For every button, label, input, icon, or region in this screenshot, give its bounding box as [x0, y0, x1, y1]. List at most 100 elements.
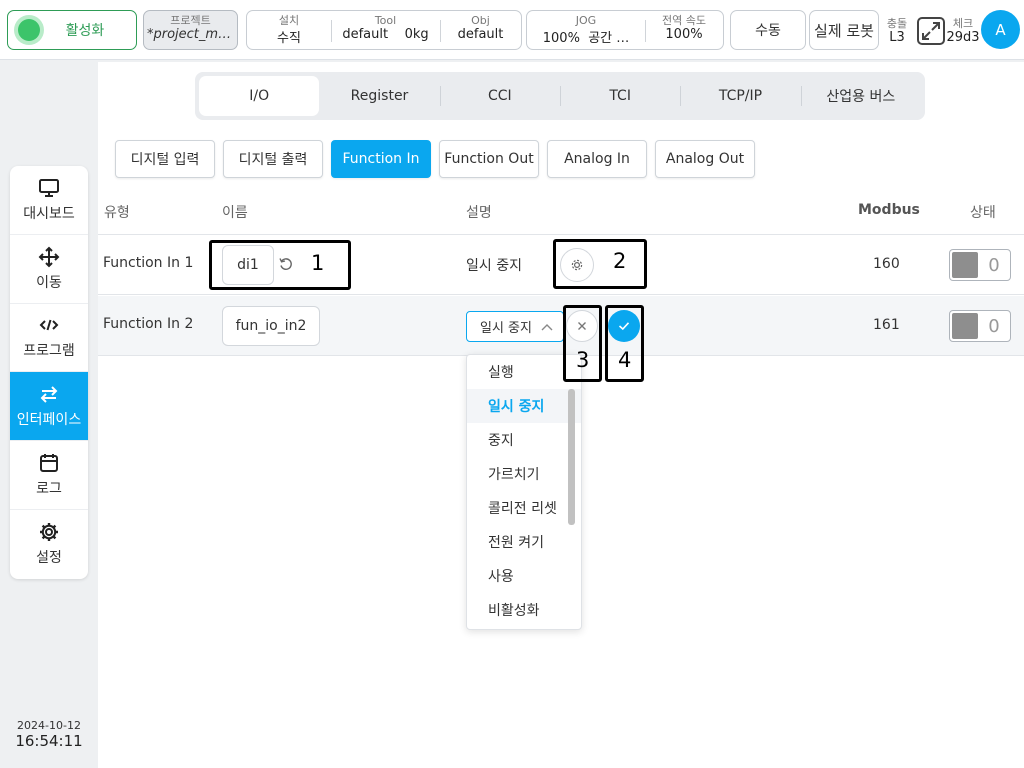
dropdown-option-pause[interactable]: 일시 중지: [467, 389, 581, 423]
tool-value: default 0kg: [331, 27, 440, 42]
tool-cell[interactable]: Tool default 0kg: [331, 11, 440, 49]
global-speed-cell[interactable]: 전역 속도 100%: [645, 11, 723, 49]
state-value: 0: [988, 254, 1000, 276]
tool-weight: 0kg: [404, 27, 429, 42]
subtab-digital-output[interactable]: 디지털 출력: [223, 140, 323, 178]
state-square: [952, 313, 978, 339]
sidebar-item-program[interactable]: 프로그램: [10, 304, 88, 373]
swap-arrows-icon: [38, 383, 60, 405]
tool-label: Tool: [374, 14, 397, 27]
sidebar-item-log[interactable]: 로그: [10, 441, 88, 510]
state-square: [952, 252, 978, 278]
sidebar-item-dashboard[interactable]: 대시보드: [10, 166, 88, 235]
header-modbus: Modbus: [858, 202, 920, 218]
collision-level[interactable]: 충돌 L3: [882, 14, 912, 45]
state-indicator: 0: [949, 249, 1011, 281]
header-type: 유형: [104, 205, 130, 221]
state-value: 0: [988, 315, 1000, 337]
top-bar: 활성화 프로젝트 *project_mo… 설치 수직 Tool default…: [0, 0, 1024, 60]
jog-speed-panel[interactable]: JOG 100% 공간 … 전역 속도 100%: [526, 10, 724, 50]
monitor-icon: [38, 177, 60, 199]
global-speed-value: 100%: [665, 27, 703, 42]
dropdown-option-stop[interactable]: 중지: [467, 423, 581, 457]
dropdown-option-collision-reset[interactable]: 콜리전 리셋: [467, 491, 581, 525]
tab-tci[interactable]: TCI: [559, 76, 680, 116]
name-input[interactable]: fun_io_in2: [222, 306, 320, 346]
global-speed-label: 전역 속도: [662, 14, 706, 27]
callout-number-1: 1: [311, 251, 325, 275]
tab-tcpip[interactable]: TCP/IP: [680, 76, 800, 116]
callout-number-2: 2: [613, 249, 627, 273]
user-avatar[interactable]: A: [981, 10, 1020, 49]
subtab-analog-out[interactable]: Analog Out: [655, 140, 755, 178]
subtab-function-in[interactable]: Function In: [331, 140, 431, 178]
subtab-function-out[interactable]: Function Out: [439, 140, 539, 178]
collision-label: 충돌: [886, 17, 908, 30]
header-state: 상태: [970, 205, 996, 221]
clock-time: 16:54:11: [15, 732, 83, 750]
install-cell[interactable]: 설치 수직: [247, 11, 331, 49]
jog-cell[interactable]: JOG 100% 공간 …: [527, 11, 645, 49]
sidebar-item-label: 이동: [36, 274, 62, 291]
tool-name: default: [342, 27, 389, 42]
subtab-digital-input[interactable]: 디지털 입력: [115, 140, 215, 178]
sidebar-item-label: 설정: [36, 550, 62, 567]
row-type: Function In 1: [103, 255, 194, 271]
jog-label: JOG: [575, 14, 597, 27]
obj-value: default: [457, 27, 504, 42]
state-indicator: 0: [949, 310, 1011, 342]
tab-cci[interactable]: CCI: [439, 76, 560, 116]
header-description: 설명: [466, 205, 492, 221]
enable-button[interactable]: 활성화: [7, 10, 137, 50]
sidebar-item-settings[interactable]: 설정: [10, 510, 88, 579]
tab-register[interactable]: Register: [319, 76, 439, 116]
real-robot-button[interactable]: 실제 로봇: [809, 10, 879, 50]
table-row: Function In 2 fun_io_in2 일시 중지 161 0: [98, 296, 1024, 356]
mode-button[interactable]: 수동: [730, 10, 806, 50]
header-name: 이름: [222, 205, 248, 221]
check-label: 체크: [952, 17, 974, 30]
function-dropdown-menu: 실행 일시 중지 중지 가르치기 콜리전 리셋 전원 켜기 사용 비활성화: [466, 354, 582, 630]
code-icon: [38, 314, 60, 336]
main-panel: I/O Register CCI TCI TCP/IP 산업용 버스 디지털 입…: [98, 62, 1024, 768]
clock-date: 2024-10-12: [17, 719, 81, 732]
gear-icon: [38, 521, 60, 543]
tab-industrial-bus[interactable]: 산업용 버스: [800, 76, 921, 116]
expand-icon[interactable]: [916, 16, 946, 46]
project-name: *project_mo…: [147, 27, 237, 42]
chevron-up-icon: [541, 323, 553, 330]
subtab-analog-in[interactable]: Analog In: [547, 140, 647, 178]
clock: 2024-10-12 16:54:11: [4, 719, 94, 750]
sidebar-item-move[interactable]: 이동: [10, 235, 88, 304]
project-label: 프로젝트: [170, 14, 211, 27]
install-value: 수직: [277, 31, 301, 46]
callout-number-4: 4: [618, 348, 632, 372]
tab-io[interactable]: I/O: [199, 76, 320, 116]
install-tool-obj-panel[interactable]: 설치 수직 Tool default 0kg Obj default: [246, 10, 522, 50]
modbus-address: 160: [873, 256, 900, 272]
io-subtab-bar: 디지털 입력 디지털 출력 Function In Function Out A…: [115, 140, 755, 178]
dropdown-option-disable[interactable]: 비활성화: [467, 593, 581, 627]
collision-value: L3: [889, 30, 905, 45]
install-label: 설치: [278, 14, 300, 27]
modbus-address: 161: [873, 317, 900, 333]
jog-percent: 100%: [542, 31, 580, 46]
obj-label: Obj: [471, 14, 490, 27]
dropdown-option-enable[interactable]: 사용: [467, 559, 581, 593]
description-text: 일시 중지: [466, 258, 522, 274]
obj-cell[interactable]: Obj default: [440, 11, 521, 49]
sidebar-item-label: 대시보드: [23, 205, 75, 222]
dropdown-scrollbar[interactable]: [568, 389, 575, 525]
jog-value: 100% 공간 …: [527, 27, 645, 46]
status-dot-icon: [18, 19, 40, 41]
row-type: Function In 2: [103, 316, 194, 332]
project-selector[interactable]: 프로젝트 *project_mo…: [143, 10, 238, 50]
dropdown-option-teach[interactable]: 가르치기: [467, 457, 581, 491]
dropdown-option-power-on[interactable]: 전원 켜기: [467, 525, 581, 559]
callout-box-1: [209, 240, 351, 290]
callout-number-3: 3: [576, 348, 590, 372]
function-select[interactable]: 일시 중지: [466, 311, 564, 342]
sidebar-item-interface[interactable]: 인터페이스: [10, 372, 88, 442]
jog-space: 공간 …: [588, 31, 630, 46]
tab-bar: I/O Register CCI TCI TCP/IP 산업용 버스: [195, 72, 925, 120]
